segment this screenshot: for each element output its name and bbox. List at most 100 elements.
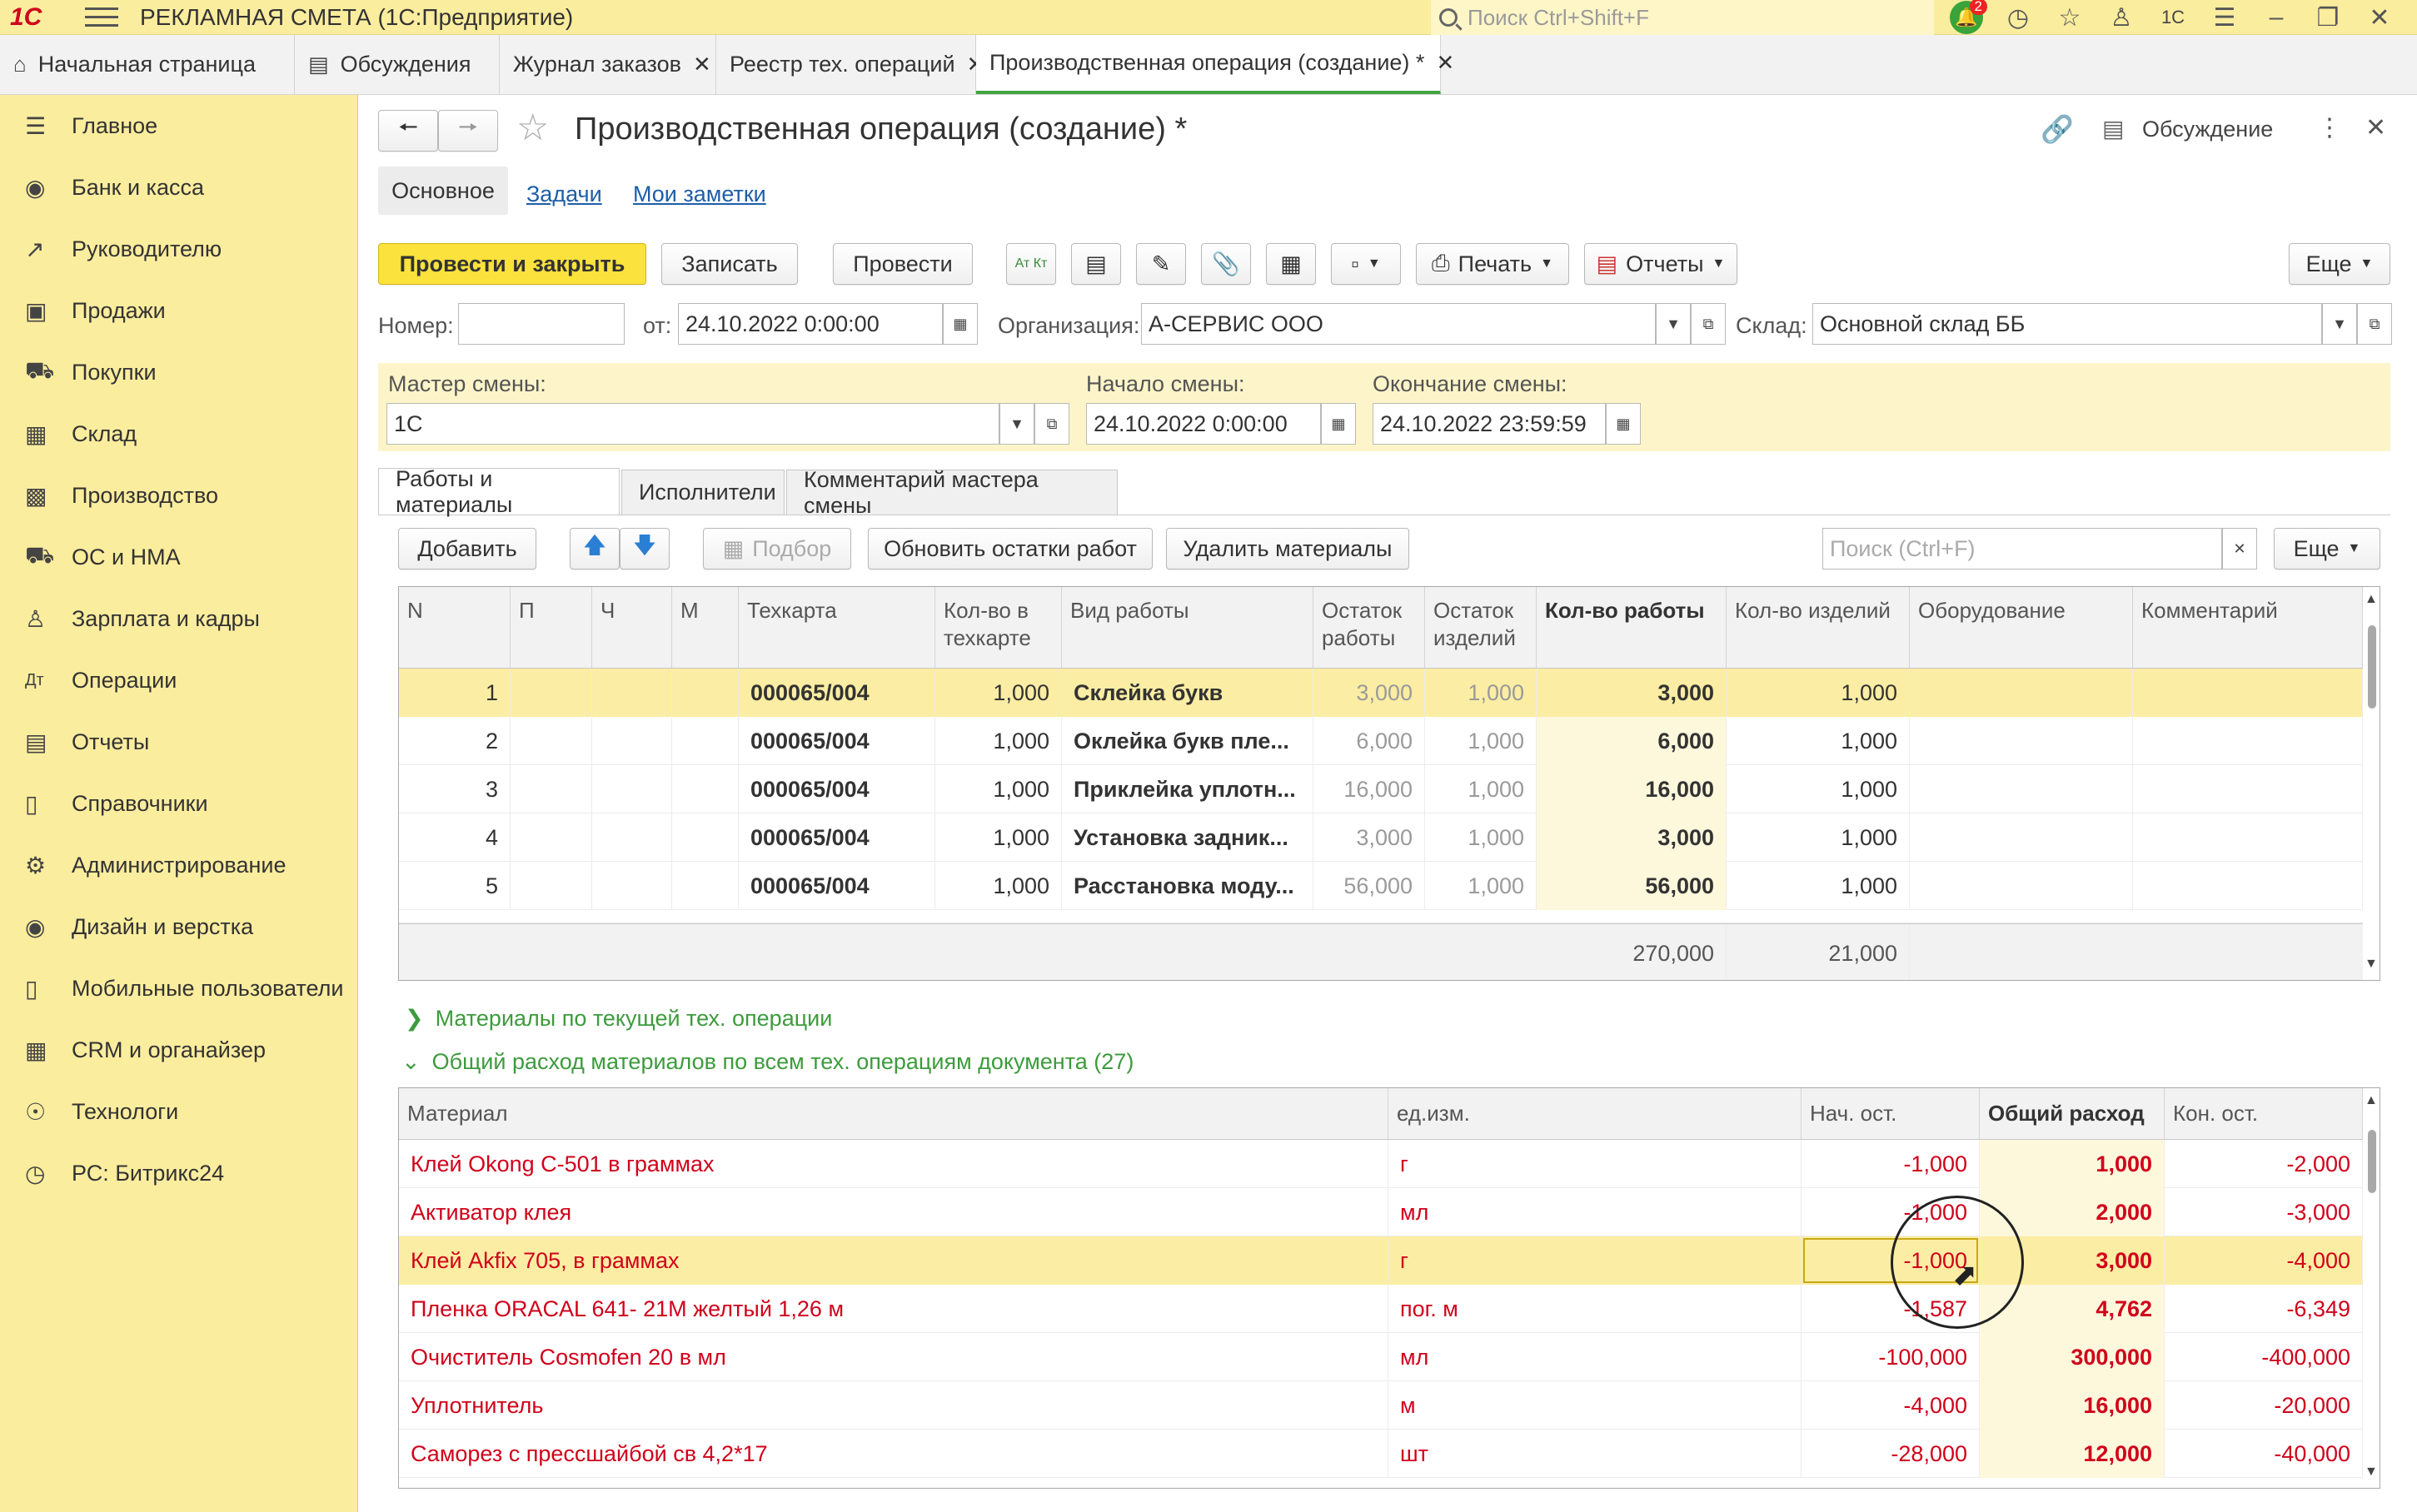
dt-kt-button[interactable]: Ат Кт <box>1006 243 1056 285</box>
cell-empty[interactable] <box>2133 669 2363 717</box>
tab-production-operation[interactable]: Производственная операция (создание) * ✕ <box>976 35 1454 94</box>
col-material[interactable]: Материал <box>399 1088 1388 1140</box>
cell-qty-in-card[interactable]: 1,000 <box>935 765 1062 813</box>
col-n[interactable]: N <box>399 587 511 668</box>
delete-materials-button[interactable]: Удалить материалы <box>1166 528 1409 569</box>
dropdown-icon[interactable]: ▼ <box>999 403 1034 445</box>
cell-qty-in-card[interactable]: 1,000 <box>935 717 1062 765</box>
sidebar-item-purchases[interactable]: ⛟ Покупки <box>0 341 357 403</box>
cell-work-remaining[interactable]: 3,000 <box>1313 813 1425 862</box>
cell-material[interactable]: Клей Okong C-501 в граммах <box>399 1140 1388 1188</box>
col-unit[interactable]: ед.изм. <box>1388 1088 1802 1140</box>
cell-techcard[interactable]: 000065/004 <box>739 669 935 717</box>
col-end-balance[interactable]: Кон. ост. <box>2165 1088 2363 1140</box>
refresh-remains-button[interactable]: Обновить остатки работ <box>868 528 1153 569</box>
post-button[interactable]: Провести <box>833 243 973 285</box>
cell-material[interactable]: Активатор клея <box>399 1188 1388 1236</box>
dropdown-icon[interactable]: ▼ <box>2322 303 2357 345</box>
sidebar-item-design[interactable]: ◉ Дизайн и верстка <box>0 896 357 957</box>
cell-empty[interactable] <box>672 669 739 717</box>
col-work-type[interactable]: Вид работы <box>1062 587 1313 668</box>
cell-unit[interactable]: г <box>1388 1236 1802 1285</box>
cell-items-qty[interactable]: 1,000 <box>1727 862 1910 910</box>
table-row[interactable]: 1 000065/004 1,000 Склейка букв 3,000 1,000 3,… <box>399 669 2363 717</box>
sidebar-item-sales[interactable]: ▣ Продажи <box>0 280 357 341</box>
section-current-materials[interactable]: ❯ Материалы по текущей тех. операции <box>405 1006 832 1032</box>
more-vertical-icon[interactable]: ⋮ <box>2317 113 2342 142</box>
number-field[interactable] <box>458 303 625 345</box>
global-search-input[interactable]: Поиск Ctrl+Shift+F <box>1431 0 1934 35</box>
organization-field[interactable]: А-СЕРВИС ООО <box>1141 303 1656 345</box>
cell-n[interactable]: 5 <box>399 862 511 910</box>
settings-menu-icon[interactable]: ☰ <box>2199 0 2250 35</box>
col-m[interactable]: М <box>672 587 739 668</box>
col-ch[interactable]: Ч <box>592 587 672 668</box>
clear-search-icon[interactable]: ✕ <box>2222 528 2257 569</box>
cell-start-balance[interactable]: -28,000 <box>1802 1430 1980 1478</box>
document-list-button[interactable]: ▤ <box>1071 243 1121 285</box>
cell-material[interactable]: Клей Akfix 705, в граммах <box>399 1236 1388 1285</box>
cell-qty-in-card[interactable]: 1,000 <box>935 669 1062 717</box>
cell-work-type[interactable]: Расстановка моду... <box>1062 862 1313 910</box>
forward-button[interactable]: 🠖 <box>438 110 498 152</box>
cell-n[interactable]: 1 <box>399 669 511 717</box>
cell-empty[interactable] <box>1910 717 2133 765</box>
sidebar-item-operations[interactable]: Дт Операции <box>0 649 357 711</box>
col-total-consumption[interactable]: Общий расход <box>1980 1088 2165 1140</box>
shift-end-field[interactable]: 24.10.2022 23:59:59 <box>1373 403 1606 445</box>
close-tab-icon[interactable]: ✕ <box>693 52 711 77</box>
favorite-star-icon[interactable]: ☆ <box>516 107 549 149</box>
cell-empty[interactable] <box>592 717 672 765</box>
cell-material[interactable]: Пленка ORACAL 641- 21M желтый 1,26 м <box>399 1285 1388 1333</box>
cell-empty[interactable] <box>672 765 739 813</box>
move-up-button[interactable]: 🡅 <box>570 528 620 569</box>
cell-empty[interactable] <box>672 862 739 910</box>
cell-n[interactable]: 2 <box>399 717 511 765</box>
cell-items-qty[interactable]: 1,000 <box>1727 717 1910 765</box>
cell-empty[interactable] <box>592 813 672 862</box>
shift-start-field[interactable]: 24.10.2022 0:00:00 <box>1086 403 1321 445</box>
cell-items-remaining[interactable]: 1,000 <box>1425 813 1537 862</box>
cell-work-qty[interactable]: 3,000 <box>1537 669 1727 717</box>
tab-notes-link[interactable]: Мои заметки <box>633 182 766 207</box>
sidebar-item-main[interactable]: ☰ Главное <box>0 95 357 157</box>
cell-empty[interactable] <box>672 813 739 862</box>
save-button[interactable]: Записать <box>661 243 798 285</box>
discussion-button[interactable]: Обсуждение <box>2142 117 2273 142</box>
cell-unit[interactable]: мл <box>1388 1333 1802 1381</box>
cell-end-balance[interactable]: -2,000 <box>2165 1140 2363 1188</box>
col-comment[interactable]: Комментарий <box>2133 587 2363 668</box>
sidebar-item-admin[interactable]: ⚙ Администрирование <box>0 834 357 896</box>
sidebar-item-assets[interactable]: ⛟ ОС и НМА <box>0 526 357 588</box>
table-row[interactable]: 2 000065/004 1,000 Оклейка букв пле... 6,000… <box>399 717 2363 765</box>
cell-empty[interactable] <box>592 765 672 813</box>
sidebar-item-catalogs[interactable]: ▯ Справочники <box>0 773 357 834</box>
cell-material[interactable]: Саморез с прессшайбой св 4,2*17 <box>399 1430 1388 1478</box>
warehouse-field[interactable]: Основной склад ББ <box>1812 303 2322 345</box>
tab-home[interactable]: ⌂ Начальная страница <box>0 35 295 94</box>
table-row[interactable]: 4 000065/004 1,000 Установка задник... 3,000… <box>399 813 2363 862</box>
main-menu-icon[interactable] <box>85 5 118 30</box>
tab-master-comment[interactable]: Комментарий мастера смены <box>786 467 1118 518</box>
cell-items-remaining[interactable]: 1,000 <box>1425 669 1537 717</box>
table-row[interactable]: Саморез с прессшайбой св 4,2*17 шт -28,000… <box>399 1430 2363 1478</box>
col-techcard[interactable]: Техкарта <box>739 587 935 668</box>
cell-empty[interactable] <box>1910 765 2133 813</box>
open-icon[interactable]: ⧉ <box>1034 403 1069 445</box>
add-row-button[interactable]: Добавить <box>398 528 536 569</box>
cell-work-type[interactable]: Склейка букв <box>1062 669 1313 717</box>
table-more-button[interactable]: Еще ▼ <box>2274 528 2380 569</box>
reports-button[interactable]: ▤ Отчеты ▼ <box>1584 243 1737 285</box>
cell-empty[interactable] <box>511 862 592 910</box>
cell-n[interactable]: 3 <box>399 765 511 813</box>
cell-end-balance[interactable]: -3,000 <box>2165 1188 2363 1236</box>
cell-empty[interactable] <box>511 669 592 717</box>
materials-scrollbar[interactable]: ▲ ▼ <box>2363 1088 2380 1488</box>
cell-empty[interactable] <box>592 862 672 910</box>
move-down-button[interactable]: 🡇 <box>620 528 670 569</box>
tab-executors[interactable]: Исполнители <box>621 470 785 515</box>
tab-operations-registry[interactable]: Реестр тех. операций ✕ <box>716 35 984 94</box>
cell-techcard[interactable]: 000065/004 <box>739 813 935 862</box>
minimize-icon[interactable]: – <box>2250 0 2302 35</box>
cell-end-balance[interactable]: -40,000 <box>2165 1430 2363 1478</box>
